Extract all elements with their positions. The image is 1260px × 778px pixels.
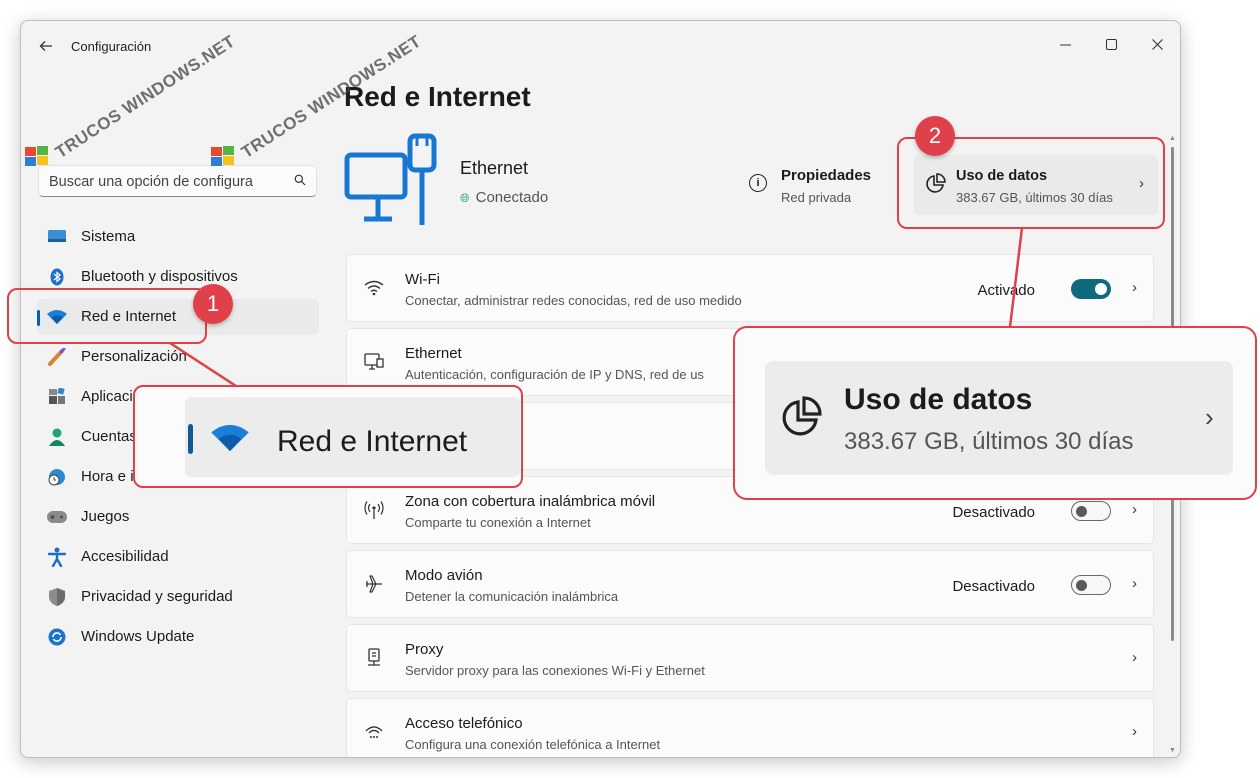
zoom-callout-red-internet: Red e Internet [133, 385, 523, 488]
zoom-subtitle: 383.67 GB, últimos 30 días [844, 428, 1134, 455]
wifi-icon [210, 423, 250, 458]
active-indicator [188, 424, 193, 454]
step-badge-1: 1 [193, 284, 233, 324]
zoom-label: Red e Internet [277, 425, 468, 458]
chevron-right-icon: › [1205, 402, 1214, 432]
highlight-sidebar-red-internet [7, 288, 207, 344]
zoom-item-bg [765, 361, 1233, 475]
zoom-title: Uso de datos [844, 383, 1033, 416]
zoom-callout-data-usage: Uso de datos 383.67 GB, últimos 30 días … [733, 326, 1257, 500]
pie-chart-icon [778, 396, 822, 445]
step-badge-2: 2 [915, 116, 955, 156]
